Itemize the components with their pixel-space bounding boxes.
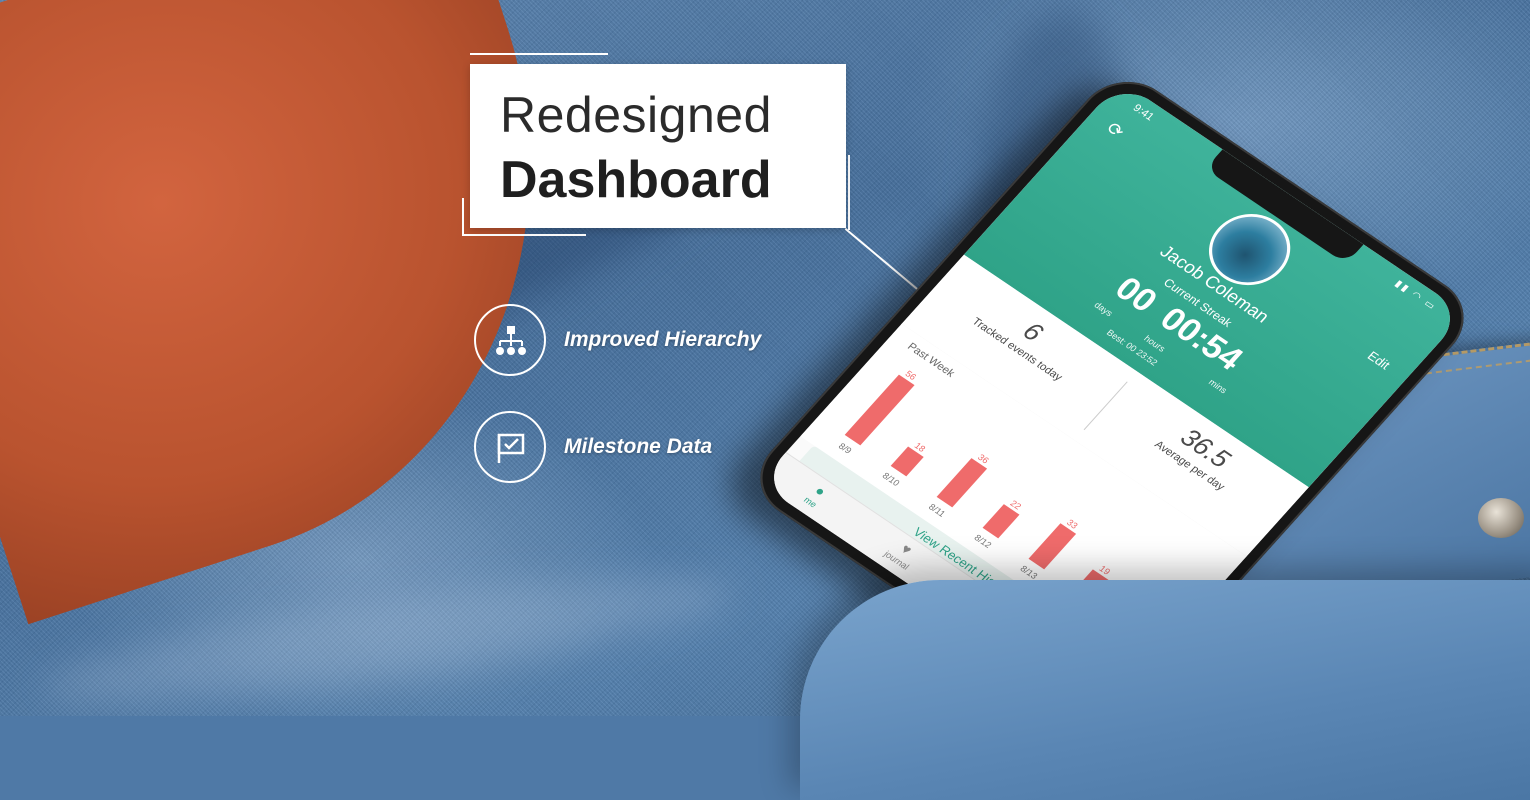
metal-button <box>1478 498 1524 538</box>
feature-label: Milestone Data <box>564 435 713 458</box>
decor-line <box>470 53 608 55</box>
x-tick-label: 8/9 <box>837 441 854 455</box>
decor-line <box>462 198 464 236</box>
headline-light: Redesigned <box>500 87 772 143</box>
bar-8/13 <box>1028 523 1077 570</box>
headline-bold: Dashboard <box>500 151 772 209</box>
edit-button[interactable]: Edit <box>1365 348 1394 372</box>
feature-label: Improved Hierarchy <box>564 328 762 351</box>
hierarchy-icon <box>474 304 546 376</box>
x-tick-label: 8/13 <box>1018 564 1039 581</box>
x-tick-label: 8/11 <box>927 502 948 519</box>
phone-mockup: 9:41 ▮▮ ◠ ▭ ⟳ Edit Jacob Coleman Current… <box>740 64 1484 732</box>
foreground-denim <box>800 580 1530 800</box>
x-tick-label: 8/12 <box>972 533 993 550</box>
checkbox-flag-icon <box>474 411 546 483</box>
title-card: Redesigned Dashboard <box>470 64 846 228</box>
bar-8/11 <box>936 458 988 508</box>
feature-improved-hierarchy: Improved Hierarchy <box>474 304 834 380</box>
decor-line <box>462 234 586 236</box>
sync-icon[interactable]: ⟳ <box>1102 118 1128 142</box>
status-time: 9:41 <box>1130 102 1157 124</box>
x-tick-label: 8/10 <box>880 471 901 488</box>
bar-8/9 <box>844 374 915 446</box>
